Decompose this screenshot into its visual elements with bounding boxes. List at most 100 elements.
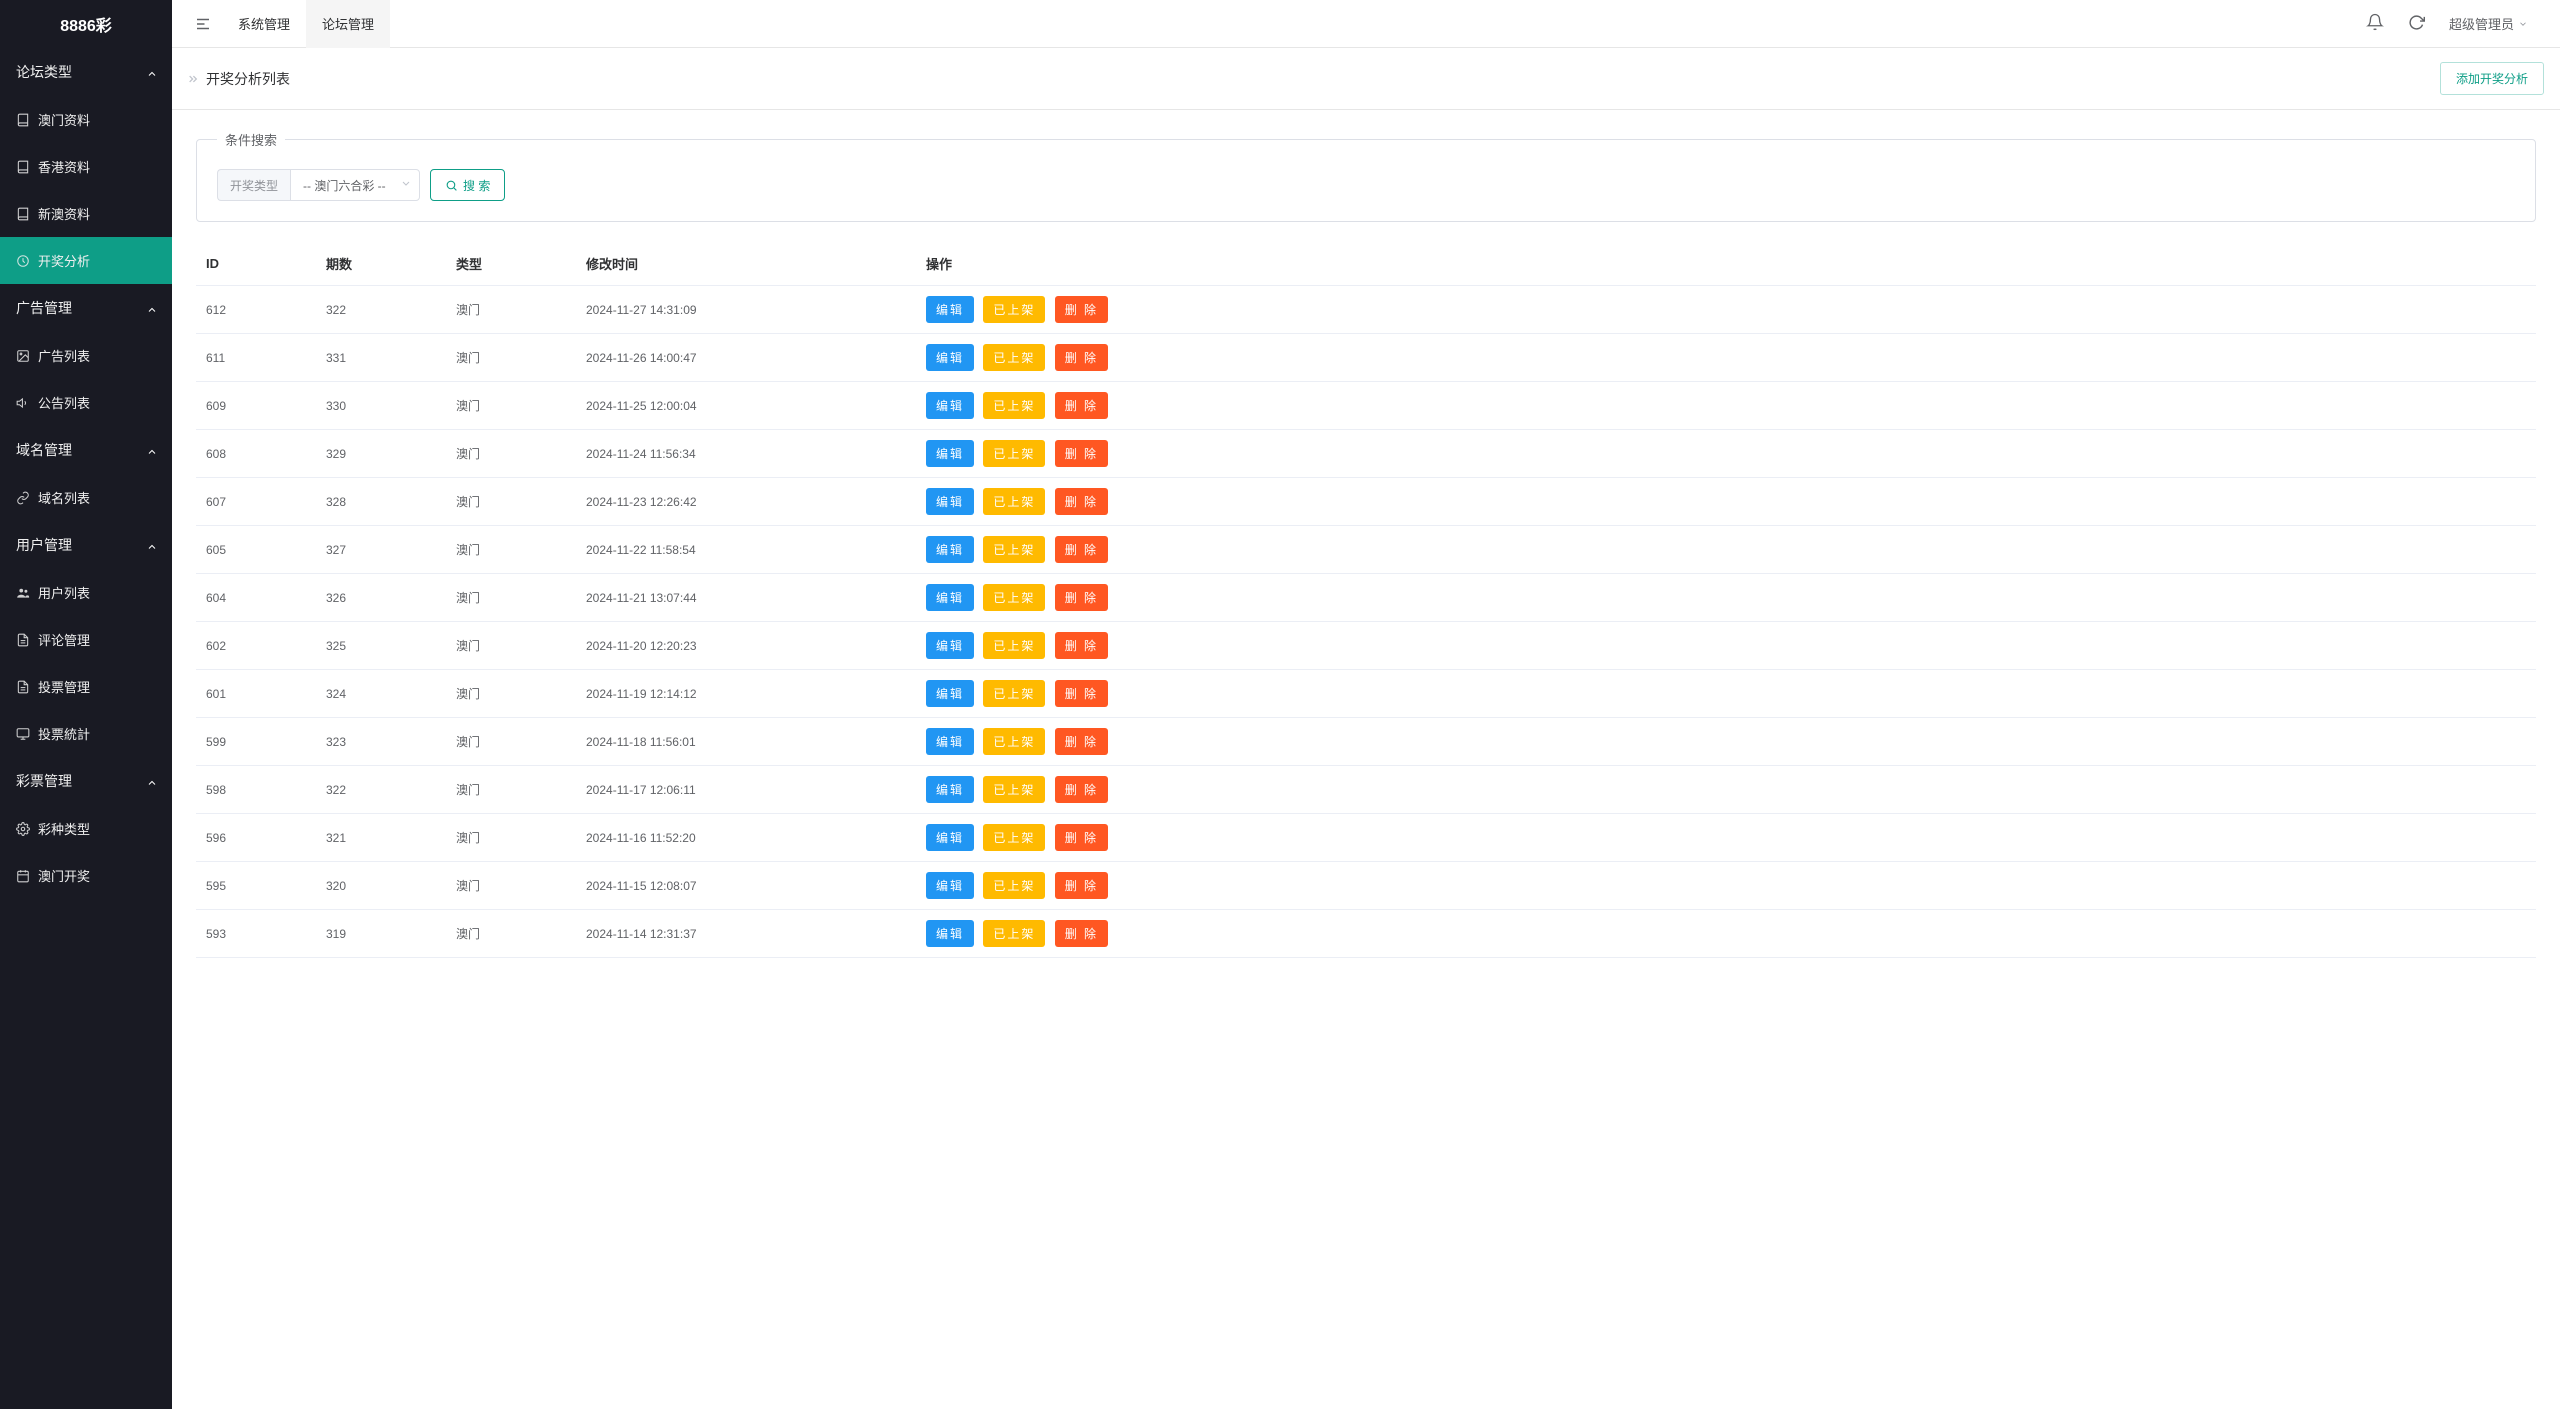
sidebar-toggle[interactable]	[184, 7, 222, 41]
delete-button[interactable]: 删 除	[1055, 488, 1108, 515]
cell-id: 595	[196, 862, 316, 910]
delete-button[interactable]: 删 除	[1055, 392, 1108, 419]
sidebar-item[interactable]: 公告列表	[0, 379, 172, 426]
doc-icon	[16, 633, 30, 647]
sidebar-item[interactable]: 新澳资料	[0, 190, 172, 237]
sidebar-item[interactable]: 投票統計	[0, 710, 172, 757]
cell-time: 2024-11-24 11:56:34	[576, 430, 916, 478]
status-button[interactable]: 已上架	[983, 776, 1045, 803]
status-button[interactable]: 已上架	[983, 584, 1045, 611]
edit-button[interactable]: 编辑	[926, 344, 974, 371]
refresh-icon[interactable]	[2408, 14, 2425, 34]
delete-button[interactable]: 删 除	[1055, 440, 1108, 467]
cell-period: 322	[316, 286, 446, 334]
search-panel: 条件搜索 开奖类型 -- 澳门六合彩 --	[196, 130, 2536, 222]
cell-ops: 编辑 已上架 删 除	[916, 478, 2536, 526]
cell-ops: 编辑 已上架 删 除	[916, 910, 2536, 958]
edit-button[interactable]: 编辑	[926, 296, 974, 323]
delete-button[interactable]: 删 除	[1055, 536, 1108, 563]
edit-button[interactable]: 编辑	[926, 488, 974, 515]
cell-id: 609	[196, 382, 316, 430]
book-icon	[16, 160, 30, 174]
cell-id: 608	[196, 430, 316, 478]
cell-time: 2024-11-23 12:26:42	[576, 478, 916, 526]
status-button[interactable]: 已上架	[983, 344, 1045, 371]
cell-ops: 编辑 已上架 删 除	[916, 622, 2536, 670]
cell-ops: 编辑 已上架 删 除	[916, 814, 2536, 862]
edit-button[interactable]: 编辑	[926, 824, 974, 851]
delete-button[interactable]: 删 除	[1055, 344, 1108, 371]
status-button[interactable]: 已上架	[983, 632, 1045, 659]
breadcrumb-item: 开奖分析列表	[206, 69, 290, 89]
status-button[interactable]: 已上架	[983, 296, 1045, 323]
edit-button[interactable]: 编辑	[926, 536, 974, 563]
delete-button[interactable]: 删 除	[1055, 728, 1108, 755]
cell-type: 澳门	[446, 814, 576, 862]
edit-button[interactable]: 编辑	[926, 440, 974, 467]
edit-button[interactable]: 编辑	[926, 920, 974, 947]
cell-id: 598	[196, 766, 316, 814]
cell-type: 澳门	[446, 622, 576, 670]
sidebar-section-header[interactable]: 论坛类型	[0, 48, 172, 96]
sidebar-item[interactable]: 彩种类型	[0, 805, 172, 852]
breadcrumb-separator-icon	[188, 71, 198, 87]
cell-id: 593	[196, 910, 316, 958]
cell-id: 605	[196, 526, 316, 574]
table-row: 595 320 澳门 2024-11-15 12:08:07 编辑 已上架 删 …	[196, 862, 2536, 910]
speaker-icon	[16, 396, 30, 410]
status-button[interactable]: 已上架	[983, 488, 1045, 515]
edit-button[interactable]: 编辑	[926, 392, 974, 419]
users-icon	[16, 586, 30, 600]
status-button[interactable]: 已上架	[983, 440, 1045, 467]
sidebar-section-header[interactable]: 域名管理	[0, 426, 172, 474]
data-table: ID 期数 类型 修改时间 操作 612 322 澳门 2024-11-27 1…	[196, 242, 2536, 958]
sidebar-item[interactable]: 域名列表	[0, 474, 172, 521]
status-button[interactable]: 已上架	[983, 680, 1045, 707]
delete-button[interactable]: 删 除	[1055, 584, 1108, 611]
add-analysis-button[interactable]: 添加开奖分析	[2440, 62, 2544, 95]
delete-button[interactable]: 删 除	[1055, 680, 1108, 707]
header-tab[interactable]: 论坛管理	[306, 0, 390, 48]
table-row: 611 331 澳门 2024-11-26 14:00:47 编辑 已上架 删 …	[196, 334, 2536, 382]
edit-button[interactable]: 编辑	[926, 776, 974, 803]
sidebar-section-header[interactable]: 广告管理	[0, 284, 172, 332]
edit-button[interactable]: 编辑	[926, 584, 974, 611]
status-button[interactable]: 已上架	[983, 536, 1045, 563]
edit-button[interactable]: 编辑	[926, 872, 974, 899]
cell-type: 澳门	[446, 574, 576, 622]
edit-button[interactable]: 编辑	[926, 728, 974, 755]
sidebar-item[interactable]: 澳门开奖	[0, 852, 172, 899]
sidebar-item[interactable]: 投票管理	[0, 663, 172, 710]
delete-button[interactable]: 删 除	[1055, 296, 1108, 323]
sidebar-item[interactable]: 澳门资料	[0, 96, 172, 143]
status-button[interactable]: 已上架	[983, 920, 1045, 947]
table-row: 601 324 澳门 2024-11-19 12:14:12 编辑 已上架 删 …	[196, 670, 2536, 718]
sidebar-item[interactable]: 香港资料	[0, 143, 172, 190]
status-button[interactable]: 已上架	[983, 728, 1045, 755]
sidebar-item-label: 用户列表	[38, 583, 90, 602]
sidebar-section-header[interactable]: 彩票管理	[0, 757, 172, 805]
delete-button[interactable]: 删 除	[1055, 632, 1108, 659]
status-button[interactable]: 已上架	[983, 392, 1045, 419]
edit-button[interactable]: 编辑	[926, 680, 974, 707]
user-menu[interactable]: 超级管理员	[2449, 14, 2528, 33]
delete-button[interactable]: 删 除	[1055, 824, 1108, 851]
edit-button[interactable]: 编辑	[926, 632, 974, 659]
sidebar-section-header[interactable]: 用户管理	[0, 521, 172, 569]
status-button[interactable]: 已上架	[983, 872, 1045, 899]
notification-icon[interactable]	[2366, 13, 2384, 34]
cell-ops: 编辑 已上架 删 除	[916, 766, 2536, 814]
status-button[interactable]: 已上架	[983, 824, 1045, 851]
sidebar-item[interactable]: 开奖分析	[0, 237, 172, 284]
delete-button[interactable]: 删 除	[1055, 920, 1108, 947]
delete-button[interactable]: 删 除	[1055, 872, 1108, 899]
sidebar-item[interactable]: 广告列表	[0, 332, 172, 379]
header-tab[interactable]: 系统管理	[222, 0, 306, 48]
cell-period: 326	[316, 574, 446, 622]
delete-button[interactable]: 删 除	[1055, 776, 1108, 803]
sidebar-item-label: 澳门资料	[38, 110, 90, 129]
sidebar-item[interactable]: 用户列表	[0, 569, 172, 616]
sidebar-item[interactable]: 评论管理	[0, 616, 172, 663]
sidebar-item-label: 香港资料	[38, 157, 90, 176]
search-button[interactable]: 搜 索	[430, 169, 505, 201]
